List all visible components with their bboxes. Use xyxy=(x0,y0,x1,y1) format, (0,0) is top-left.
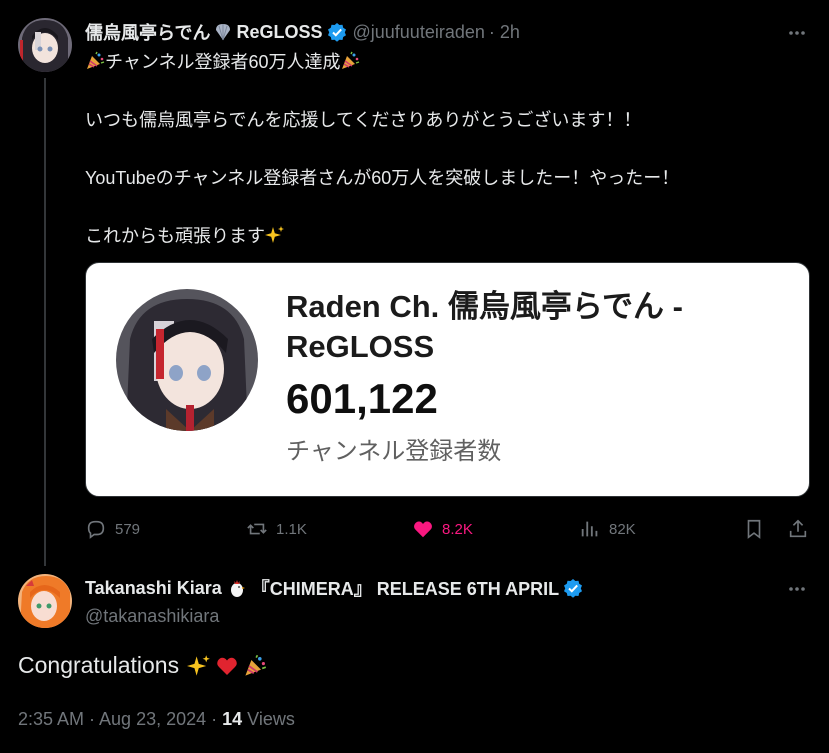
tweet-line-2: いつも儒烏風亭らでんを応援してくださりありがとうございます！！ xyxy=(85,110,642,130)
more-options-icon[interactable] xyxy=(786,22,808,44)
tweet-line-1-text: チャンネル登録者60万人達成 xyxy=(105,52,341,72)
share-icon xyxy=(789,519,807,538)
reply-handle[interactable]: @takanashikiara xyxy=(85,606,219,627)
red-heart-icon xyxy=(215,654,239,678)
author-handle[interactable]: @juufuuteiraden xyxy=(353,22,485,43)
subscriber-label: チャンネル登録者数 xyxy=(286,438,502,465)
raden-avatar[interactable] xyxy=(18,18,72,72)
author-display-name[interactable]: 儒烏風亭らでん xyxy=(85,19,210,45)
reply-display-name-tagline[interactable]: 『CHIMERA』 RELEASE 6TH APRIL xyxy=(252,575,559,601)
tweet-actions-bar: 579 1.1K 8.2K 82K xyxy=(85,512,813,546)
like-count: 8.2K xyxy=(442,520,473,538)
reply-button[interactable]: 579 xyxy=(85,512,140,546)
youtube-subscriber-card[interactable]: Raden Ch. 儒烏風亭らでん - ReGLOSS 601,122 チャンネ… xyxy=(85,262,810,497)
party-popper-icon xyxy=(340,51,360,71)
reply-views-label: Views xyxy=(242,709,295,729)
tweet-line-4-text: これからも頑張ります xyxy=(85,226,265,246)
repost-count: 1.1K xyxy=(276,520,307,538)
sparkles-icon xyxy=(265,225,285,245)
bookmark-icon xyxy=(747,519,761,539)
tweet-line-3: YouTubeのチャンネル登録者さんが60万人を突破しましたー！やったー！ xyxy=(85,168,680,188)
share-button[interactable] xyxy=(787,512,817,546)
bar-chart-icon xyxy=(581,521,598,537)
views-count: 82K xyxy=(609,520,636,538)
reply-text-content: Congratulations xyxy=(18,652,180,678)
verified-badge-icon xyxy=(327,22,347,42)
repost-button[interactable]: 1.1K xyxy=(246,512,307,546)
repost-icon xyxy=(247,523,267,535)
channel-name: Raden Ch. 儒烏風亭らでん - ReGLOSS xyxy=(286,289,683,364)
party-popper-icon xyxy=(243,654,267,678)
tweet-line-1: チャンネル登録者60万人達成 xyxy=(85,50,785,74)
reply-more-options-icon[interactable] xyxy=(786,578,808,600)
reply-meta: 2:35 AM · Aug 23, 2024 · 14 Views xyxy=(18,709,295,730)
views-button[interactable]: 82K xyxy=(579,512,636,546)
sparkles-icon xyxy=(187,654,211,678)
reply-text: Congratulations xyxy=(18,652,267,679)
reply-count: 579 xyxy=(115,520,141,538)
like-button[interactable]: 8.2K xyxy=(412,512,473,546)
tweet-line-4: これからも頑張ります xyxy=(85,224,785,248)
author-display-name-suffix[interactable]: ReGLOSS xyxy=(236,22,322,43)
reply-tweet-header: Takanashi Kiara 『CHIMERA』 RELEASE 6TH AP… xyxy=(85,576,583,600)
tweet-text: チャンネル登録者60万人達成 いつも儒烏風亭らでんを応援してくださりありがとうご… xyxy=(85,50,785,248)
bookmark-button[interactable] xyxy=(743,512,773,546)
subscriber-count: 601,122 xyxy=(286,375,438,422)
kiara-avatar[interactable] xyxy=(18,574,72,628)
tweet-time[interactable]: · 2h xyxy=(489,22,520,43)
thread-connector-line xyxy=(44,78,46,566)
party-popper-icon xyxy=(85,51,105,71)
verified-badge-icon xyxy=(563,578,583,598)
reply-timestamp[interactable]: 2:35 AM · Aug 23, 2024 · xyxy=(18,709,222,729)
seashell-icon xyxy=(213,22,233,42)
chicken-icon xyxy=(227,578,247,598)
reply-icon xyxy=(87,520,105,539)
original-tweet: 儒烏風亭らでん ReGLOSS @juufuuteiraden · 2h チャン… xyxy=(0,0,829,566)
reply-display-name[interactable]: Takanashi Kiara xyxy=(85,578,222,599)
channel-avatar xyxy=(116,289,258,431)
reply-views-count: 14 xyxy=(222,709,243,729)
original-tweet-header: 儒烏風亭らでん ReGLOSS @juufuuteiraden · 2h xyxy=(85,20,520,44)
heart-filled-icon xyxy=(414,521,432,538)
